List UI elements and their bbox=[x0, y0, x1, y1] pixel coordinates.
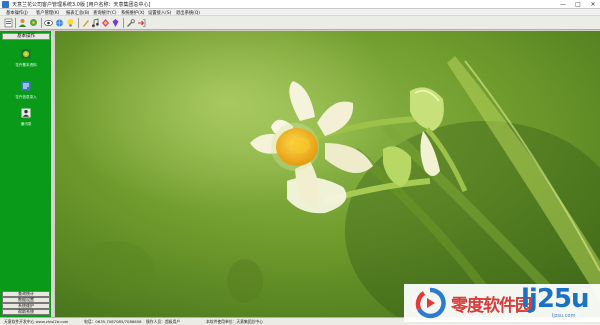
music-icon[interactable] bbox=[91, 18, 100, 28]
data-entry-icon bbox=[21, 81, 31, 91]
flower-data-icon bbox=[21, 49, 31, 59]
minimize-icon: — bbox=[560, 1, 566, 8]
watermark-logo: 零度软件园 lj25u ljzsu.com bbox=[404, 284, 600, 322]
maximize-icon: □ bbox=[575, 1, 581, 8]
watermark-url: ljzsu.com bbox=[552, 313, 576, 319]
gem-icon[interactable] bbox=[111, 18, 120, 28]
lightbulb-icon[interactable] bbox=[66, 18, 75, 28]
window-title: 天意兰花公司客户管理系统3.0版 [用户名称：天意集团总中心] bbox=[12, 2, 151, 8]
flower-icon[interactable] bbox=[29, 18, 38, 28]
sidebar: 基本操作 花卉基本资料 花卉信息录入 通讯录 查询统计 数据设置 系统维护 帮助… bbox=[0, 31, 53, 317]
sidebar-item-label: 通讯录 bbox=[20, 122, 32, 126]
pen-icon[interactable] bbox=[81, 18, 90, 28]
exit-icon[interactable] bbox=[137, 18, 146, 28]
maximize-button[interactable]: □ bbox=[571, 0, 585, 9]
status-phone: 电话：0635-7087085/7086658 bbox=[84, 319, 142, 324]
flower-wallpaper-image bbox=[55, 31, 600, 317]
view-icon[interactable] bbox=[44, 18, 53, 28]
status-unit: 本软件使用单位：天意集团总中心 bbox=[206, 319, 263, 324]
close-icon: ✕ bbox=[590, 1, 596, 8]
watermark-cn-text: 零度软件园 bbox=[451, 296, 532, 316]
new-record-icon[interactable] bbox=[4, 18, 13, 28]
main-content-wallpaper bbox=[55, 31, 600, 317]
close-button[interactable]: ✕ bbox=[586, 0, 600, 9]
menu-bar: 基本操作(J) 客户管理(K) 报表汇总(B) 查询统计(C) 系统维护(X) … bbox=[0, 9, 600, 16]
app-icon bbox=[2, 1, 9, 8]
tools-icon[interactable] bbox=[126, 18, 135, 28]
sidebar-item-data-entry[interactable]: 花卉信息录入 bbox=[2, 81, 50, 100]
globe-icon[interactable] bbox=[55, 18, 64, 28]
sidebar-item-flower-data[interactable]: 花卉基本资料 bbox=[2, 49, 50, 68]
sidebar-header[interactable]: 基本操作 bbox=[2, 33, 50, 40]
status-operator: 操作人员：超级用户 bbox=[146, 319, 181, 324]
watermark-brand-icon bbox=[415, 287, 446, 319]
customer-icon[interactable] bbox=[18, 18, 27, 28]
status-company: 天意软件开发中心 www.zhisi2b.com bbox=[4, 319, 69, 324]
sidebar-item-label: 花卉信息录入 bbox=[15, 95, 37, 99]
watermark-en-text: lj25u bbox=[521, 284, 590, 314]
sidebar-button-help[interactable]: 帮助系统 bbox=[2, 309, 50, 315]
toolbar bbox=[0, 16, 600, 30]
minimize-button[interactable]: — bbox=[556, 0, 570, 9]
contacts-icon bbox=[21, 108, 31, 118]
sidebar-item-label: 花卉基本资料 bbox=[15, 63, 37, 67]
colorful-icon[interactable] bbox=[101, 18, 110, 28]
sidebar-item-contacts[interactable]: 通讯录 bbox=[2, 108, 50, 127]
title-bar: 天意兰花公司客户管理系统3.0版 [用户名称：天意集团总中心] — □ ✕ bbox=[0, 0, 600, 9]
